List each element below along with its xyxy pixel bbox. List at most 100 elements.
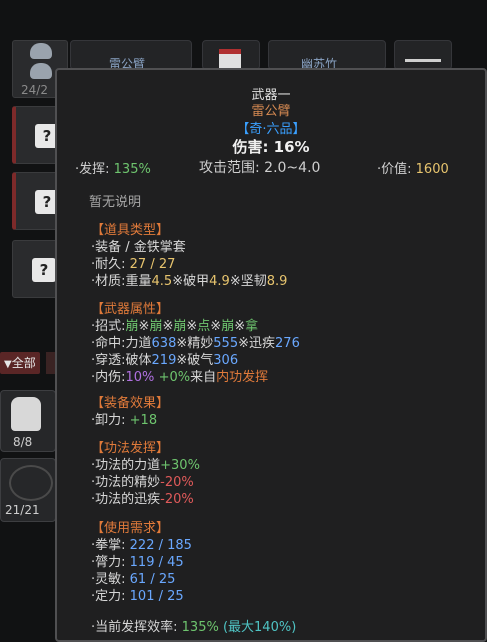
unload-value: +18 bbox=[129, 413, 158, 428]
inner-label: ·内伤: bbox=[91, 370, 126, 385]
equip-effect-section: 【装备效果】 ·卸力: +18 bbox=[91, 395, 169, 429]
demon-mask-icon bbox=[219, 49, 241, 69]
inner-bonus: +0% bbox=[158, 370, 191, 385]
item-slot[interactable] bbox=[394, 40, 452, 70]
filter-all-tab[interactable]: ▼全部 bbox=[0, 352, 40, 374]
tooltip-damage: 伤害: 16% bbox=[232, 138, 310, 156]
weapon-attr-section: 【武器属性】 ·招式:崩※崩※崩※点※崩※拿 ·命中:力道638※精妙555※迅… bbox=[91, 301, 300, 386]
skill-precision-row: ·功法的精妙-20% bbox=[91, 474, 200, 491]
pierce-qi-value: 306 bbox=[213, 353, 239, 368]
efficiency-label: ·发挥: bbox=[75, 162, 110, 177]
tooltip-item-name: 雷公臂 bbox=[251, 104, 291, 119]
filter-all-label: 全部 bbox=[11, 356, 36, 370]
item-slot[interactable]: 幽苏竹 bbox=[268, 40, 386, 71]
move: 崩 bbox=[221, 319, 235, 334]
item-slot[interactable] bbox=[202, 40, 260, 70]
inner-injury-row: ·内伤:10% +0%来自内功发挥 bbox=[91, 369, 300, 386]
skill-power-row: ·功法的力道+30% bbox=[91, 457, 200, 474]
separator: ※ bbox=[186, 319, 198, 334]
separator: ※ bbox=[210, 319, 222, 334]
hit-power-value: 638 bbox=[151, 336, 177, 351]
move: 崩 bbox=[173, 319, 187, 334]
footer-value: 135% bbox=[181, 620, 219, 635]
price-label: ·价值: bbox=[377, 162, 412, 177]
separator: ※ bbox=[229, 274, 241, 289]
requirement-label: ·定力: bbox=[91, 589, 126, 604]
move: 崩 bbox=[125, 319, 139, 334]
requirement-row: ·膂力: 119 / 45 bbox=[91, 554, 192, 571]
footer-label: ·当前发挥效率: bbox=[91, 620, 178, 635]
tooltip-rarity: 【奇·六品】 bbox=[236, 122, 306, 137]
requirement-value: 222 / 185 bbox=[129, 538, 192, 553]
hit-power-label: 力道 bbox=[125, 336, 152, 351]
item-count: 21/21 bbox=[5, 503, 40, 517]
unload-label: ·卸力: bbox=[91, 413, 126, 428]
inner-value: 10% bbox=[125, 370, 155, 385]
equip-slot-1[interactable]: 8/8 bbox=[0, 390, 56, 452]
skill-power-label: ·功法的力道 bbox=[91, 458, 161, 473]
requirement-value: 61 / 25 bbox=[129, 572, 176, 587]
requirement-value: 101 / 25 bbox=[129, 589, 184, 604]
equipment-sword-icon bbox=[9, 465, 53, 501]
attack-range-stat: 攻击范围: 2.0~4.0 bbox=[199, 157, 320, 177]
separator: ※ bbox=[234, 319, 246, 334]
separator: ※ bbox=[172, 274, 184, 289]
skill-precision-value: -20% bbox=[160, 475, 194, 490]
separator: ※ bbox=[238, 336, 250, 351]
durability-row: ·耐久: 27 / 27 bbox=[91, 256, 287, 273]
equip-slot-2[interactable]: 21/21 bbox=[0, 458, 56, 522]
skill-effect-section: 【功法发挥】 ·功法的力道+30% ·功法的精妙-20% ·功法的迅疾-20% bbox=[91, 440, 200, 508]
requirement-label: ·灵敏: bbox=[91, 572, 126, 587]
hit-label: ·命中: bbox=[91, 336, 126, 351]
inner-source: 内功发挥 bbox=[216, 370, 269, 385]
price-value: 1600 bbox=[415, 162, 449, 177]
item-count: 8/8 bbox=[13, 435, 33, 449]
move: 崩 bbox=[149, 319, 163, 334]
armor-break-value: 4.9 bbox=[209, 274, 230, 289]
requirement-label: ·膂力: bbox=[91, 555, 126, 570]
durability-label: ·耐久: bbox=[91, 257, 126, 272]
hit-row: ·命中:力道638※精妙555※迅疾276 bbox=[91, 335, 300, 352]
item-description: 暂无说明 bbox=[89, 195, 142, 210]
skill-power-value: +30% bbox=[160, 458, 200, 473]
skill-speed-row: ·功法的迅疾-20% bbox=[91, 491, 200, 508]
pierce-body-value: 219 bbox=[151, 353, 177, 368]
inner-source-label: 来自 bbox=[190, 370, 217, 385]
efficiency-footer: ·当前发挥效率: 135% (最大140%) bbox=[91, 616, 296, 635]
separator: ※ bbox=[138, 319, 150, 334]
item-tooltip: 武器一 雷公臂 【奇·六品】 伤害: 16% ·发挥: 135% 攻击范围: 2… bbox=[55, 68, 487, 642]
skill-speed-label: ·功法的迅疾 bbox=[91, 492, 161, 507]
durability-value: 27 / 27 bbox=[129, 257, 176, 272]
efficiency-stat: ·发挥: 135% bbox=[75, 158, 151, 177]
material-label: ·材质: bbox=[91, 274, 126, 289]
separator: ※ bbox=[176, 353, 188, 368]
separator: ※ bbox=[162, 319, 174, 334]
requirements-section: 【使用需求】 ·拳掌: 222 / 185 ·膂力: 119 / 45 ·灵敏:… bbox=[91, 520, 192, 605]
filter-icon: ▼ bbox=[4, 359, 12, 370]
pierce-label: ·穿透: bbox=[91, 353, 126, 368]
unknown-question-icon: ? bbox=[32, 258, 56, 282]
requirement-row: ·定力: 101 / 25 bbox=[91, 588, 192, 605]
requirement-value: 119 / 45 bbox=[129, 555, 184, 570]
requirement-row: ·拳掌: 222 / 185 bbox=[91, 537, 192, 554]
item-slot[interactable]: 雷公臂 bbox=[70, 40, 192, 71]
hit-speed-label: 迅疾 bbox=[249, 336, 276, 351]
material-row: ·材质:重量4.5※破甲4.9※坚韧8.9 bbox=[91, 273, 287, 290]
weight-value: 4.5 bbox=[151, 274, 173, 289]
toughness-label: 坚韧 bbox=[240, 274, 267, 289]
pierce-qi-label: 破气 bbox=[187, 353, 214, 368]
price-stat: ·价值: 1600 bbox=[377, 158, 449, 177]
requirement-label: ·拳掌: bbox=[91, 538, 126, 553]
pierce-body-label: 破体 bbox=[125, 353, 152, 368]
skill-speed-value: -20% bbox=[160, 492, 194, 507]
efficiency-value: 135% bbox=[113, 162, 151, 177]
section-header: 【装备效果】 bbox=[91, 396, 170, 411]
moves-row: ·招式:崩※崩※崩※点※崩※拿 bbox=[91, 318, 300, 335]
equipment-vest-icon bbox=[11, 397, 41, 431]
hit-speed-value: 276 bbox=[275, 336, 300, 351]
character-avatar-icon bbox=[30, 63, 52, 79]
armor-break-label: 破甲 bbox=[183, 274, 210, 289]
unload-row: ·卸力: +18 bbox=[91, 412, 169, 429]
pierce-row: ·穿透:破体219※破气306 bbox=[91, 352, 300, 369]
requirement-row: ·灵敏: 61 / 25 bbox=[91, 571, 192, 588]
